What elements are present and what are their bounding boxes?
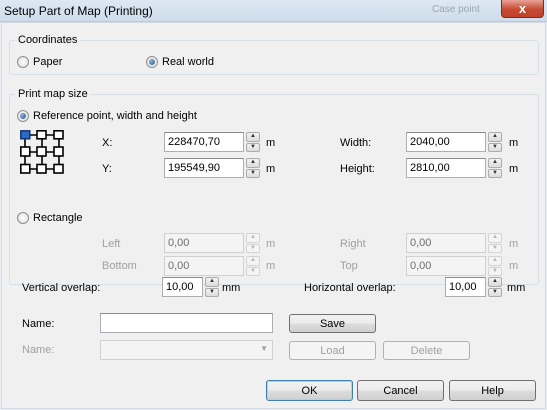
spin-down-icon[interactable]: ▼ [246, 142, 260, 152]
real-world-radio[interactable]: Real world [146, 56, 214, 68]
spin-up-icon[interactable]: ▲ [488, 233, 502, 243]
y-spinner[interactable]: ▲ ▼ [246, 158, 260, 178]
name-select[interactable]: ▼ [100, 340, 273, 360]
height-field[interactable]: 2810,00 [406, 158, 486, 178]
load-button[interactable]: Load [289, 341, 376, 360]
right-field[interactable]: 0,00 [406, 233, 486, 253]
cancel-button[interactable]: Cancel [357, 380, 444, 401]
spin-down-icon[interactable]: ▼ [488, 243, 502, 253]
y-unit: m [266, 163, 276, 175]
x-spinner[interactable]: ▲ ▼ [246, 132, 260, 152]
horizontal-overlap-field[interactable]: 10,00 [445, 277, 486, 297]
left-spinner[interactable]: ▲ ▼ [246, 233, 260, 253]
paper-radio[interactable]: Paper [17, 56, 62, 68]
name-input[interactable] [100, 313, 273, 333]
chevron-down-icon: ▼ [260, 344, 268, 353]
spin-down-icon[interactable]: ▼ [488, 142, 502, 152]
x-label: X: [102, 137, 113, 149]
reference-anchor-grid-icon[interactable] [20, 130, 64, 174]
y-field[interactable]: 195549,90 [164, 158, 244, 178]
ok-button[interactable]: OK [266, 380, 353, 401]
x-unit: m [266, 137, 276, 149]
bottom-label: Bottom [102, 260, 137, 272]
window-title: Setup Part of Map (Printing) [4, 4, 153, 18]
horizontal-overlap-label: Horizontal overlap: [304, 282, 396, 294]
rectangle-radio[interactable]: Rectangle [17, 212, 83, 224]
spin-up-icon[interactable]: ▲ [246, 158, 260, 168]
reference-point-radio-label: Reference point, width and height [33, 110, 197, 122]
bottom-spinner[interactable]: ▲ ▼ [246, 256, 260, 276]
vertical-overlap-label: Vertical overlap: [22, 282, 101, 294]
radio-checked-icon [146, 56, 158, 68]
spin-down-icon[interactable]: ▼ [488, 168, 502, 178]
top-unit: m [509, 260, 519, 272]
real-world-radio-label: Real world [162, 56, 214, 68]
close-icon: x [518, 1, 527, 16]
x-field[interactable]: 228470,70 [164, 132, 244, 152]
right-spinner[interactable]: ▲ ▼ [488, 233, 502, 253]
radio-checked-icon [17, 110, 29, 122]
spin-down-icon[interactable]: ▼ [488, 266, 502, 276]
radio-unchecked-icon [17, 212, 29, 224]
height-unit: m [509, 163, 519, 175]
close-button[interactable]: x [501, 0, 544, 18]
coordinates-group: Coordinates Paper Real world [9, 34, 539, 75]
bottom-unit: m [266, 260, 276, 272]
top-field[interactable]: 0,00 [406, 256, 486, 276]
spin-up-icon[interactable]: ▲ [488, 277, 502, 287]
spin-up-icon[interactable]: ▲ [246, 233, 260, 243]
width-field[interactable]: 2040,00 [406, 132, 486, 152]
width-spinner[interactable]: ▲ ▼ [488, 132, 502, 152]
horizontal-overlap-unit: mm [507, 282, 526, 294]
top-spinner[interactable]: ▲ ▼ [488, 256, 502, 276]
paper-radio-label: Paper [33, 56, 63, 68]
vertical-overlap-spinner[interactable]: ▲ ▼ [205, 277, 219, 297]
spin-down-icon[interactable]: ▼ [246, 168, 260, 178]
name-label: Name: [22, 318, 55, 330]
background-window-text: Case point [432, 4, 480, 15]
print-map-size-legend: Print map size [15, 88, 91, 100]
bottom-field[interactable]: 0,00 [164, 256, 244, 276]
spin-down-icon[interactable]: ▼ [246, 266, 260, 276]
width-unit: m [509, 137, 519, 149]
spin-up-icon[interactable]: ▲ [205, 277, 219, 287]
width-label: Width: [340, 137, 372, 149]
spin-up-icon[interactable]: ▲ [246, 132, 260, 142]
spin-down-icon[interactable]: ▼ [488, 287, 502, 297]
spin-down-icon[interactable]: ▼ [246, 243, 260, 253]
rectangle-radio-label: Rectangle [33, 212, 83, 224]
spin-up-icon[interactable]: ▲ [488, 256, 502, 266]
left-field[interactable]: 0,00 [164, 233, 244, 253]
height-label: Height: [340, 163, 375, 175]
left-unit: m [266, 238, 276, 250]
vertical-overlap-unit: mm [222, 282, 241, 294]
radio-unchecked-icon [17, 56, 29, 68]
name-select-label: Name: [22, 344, 55, 356]
right-unit: m [509, 238, 519, 250]
reference-point-radio[interactable]: Reference point, width and height [17, 110, 197, 122]
height-spinner[interactable]: ▲ ▼ [488, 158, 502, 178]
save-button[interactable]: Save [289, 314, 376, 333]
dialog-client-area: Coordinates Paper Real world Print map s… [1, 22, 546, 409]
spin-down-icon[interactable]: ▼ [205, 287, 219, 297]
y-label: Y: [102, 163, 112, 175]
delete-button[interactable]: Delete [383, 341, 470, 360]
horizontal-overlap-spinner[interactable]: ▲ ▼ [488, 277, 502, 297]
help-button[interactable]: Help [449, 380, 536, 401]
print-map-size-group: Print map size Reference point, width an… [9, 88, 539, 285]
right-label: Right [340, 238, 366, 250]
title-bar: Setup Part of Map (Printing) Case point … [0, 0, 547, 22]
vertical-overlap-field[interactable]: 10,00 [162, 277, 203, 297]
spin-up-icon[interactable]: ▲ [246, 256, 260, 266]
coordinates-legend: Coordinates [15, 34, 81, 46]
spin-up-icon[interactable]: ▲ [488, 158, 502, 168]
top-label: Top [340, 260, 358, 272]
spin-up-icon[interactable]: ▲ [488, 132, 502, 142]
left-label: Left [102, 238, 121, 250]
